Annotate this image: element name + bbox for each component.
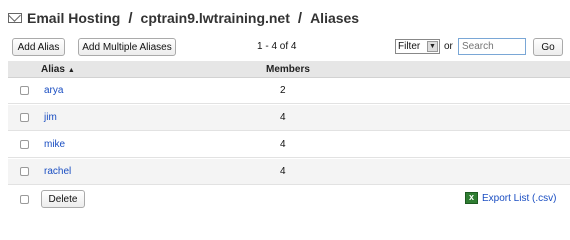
table-row: jim 4 [8,105,570,131]
add-multiple-aliases-button[interactable]: Add Multiple Aliases [78,38,176,56]
column-header-alias[interactable]: Alias ▲ [41,64,75,75]
dropdown-arrow-icon[interactable]: ▼ [427,41,438,52]
row-checkbox[interactable] [20,86,29,95]
breadcrumb-separator: / [128,9,133,27]
search-input[interactable] [458,38,526,55]
row-checkbox[interactable] [20,140,29,149]
row-checkbox[interactable] [20,113,29,122]
members-count: 4 [280,166,286,177]
select-all-checkbox[interactable] [20,195,29,204]
go-button[interactable]: Go [533,38,563,56]
members-count: 4 [280,112,286,123]
sort-ascending-icon: ▲ [67,67,75,74]
members-count: 2 [280,85,286,96]
pagination-count: 1 - 4 of 4 [257,41,297,52]
page-header: Email Hosting / cptrain9.lwtraining.net … [8,8,359,28]
export-list-label: Export List (.csv) [482,192,557,204]
toolbar: Add Alias Add Multiple Aliases 1 - 4 of … [0,37,570,59]
alias-link[interactable]: mike [44,139,65,150]
alias-link[interactable]: rachel [44,166,71,177]
export-list-link[interactable]: Export List (.csv) [465,192,556,204]
filter-select[interactable]: Filter ▼ [395,39,440,54]
breadcrumb-email-hosting[interactable]: Email Hosting [27,10,120,26]
breadcrumb-aliases: Aliases [310,10,360,26]
column-header-alias-label: Alias [41,64,65,75]
filter-select-value: Filter [398,41,421,52]
spreadsheet-icon [465,192,478,204]
column-header-members: Members [266,64,310,75]
table-row: arya 2 [8,78,570,104]
table-row: mike 4 [8,132,570,158]
alias-link[interactable]: arya [44,85,63,96]
alias-link[interactable]: jim [44,112,57,123]
breadcrumb-separator: / [297,9,303,27]
members-count: 4 [280,139,286,150]
table-header: Alias ▲ Members [8,61,570,78]
row-checkbox[interactable] [20,167,29,176]
table-row: rachel 4 [8,159,570,185]
add-alias-button[interactable]: Add Alias [12,38,65,56]
envelope-icon [8,13,22,23]
or-label: or [444,41,453,52]
delete-button[interactable]: Delete [41,190,85,208]
breadcrumb-domain[interactable]: cptrain9.lwtraining.net [141,10,290,26]
